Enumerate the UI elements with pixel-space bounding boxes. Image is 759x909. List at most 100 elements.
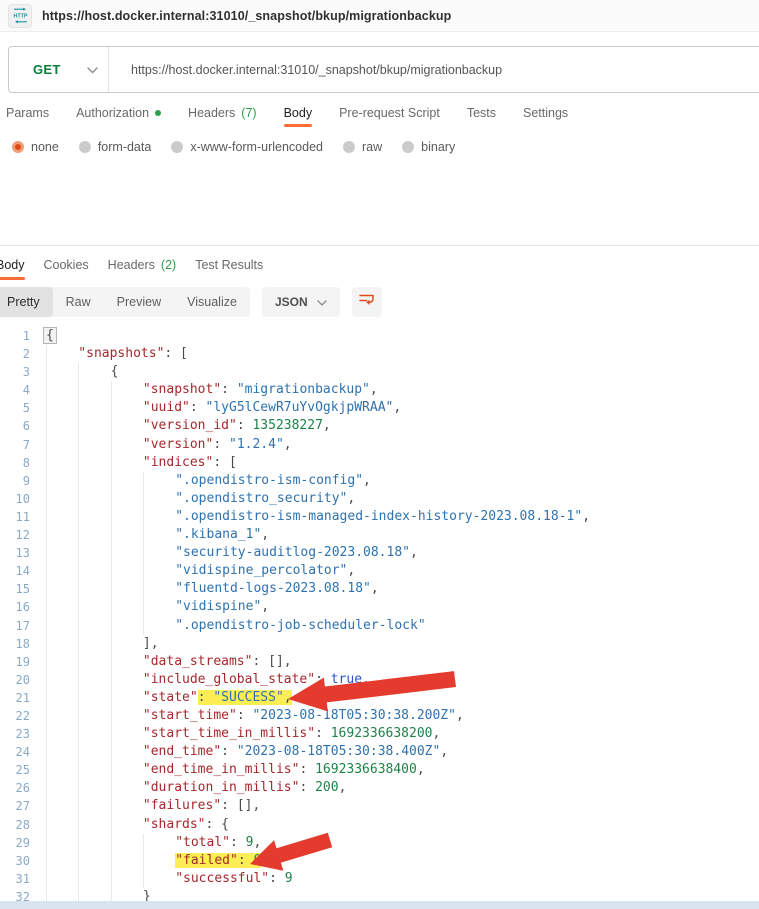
fold-gutter[interactable]	[30, 761, 46, 779]
body-mode-raw[interactable]: raw	[343, 140, 382, 154]
line-number[interactable]: 1	[0, 327, 30, 345]
line-number[interactable]: 9	[0, 472, 30, 490]
line-number[interactable]: 16	[0, 598, 30, 616]
view-mode-preview[interactable]: Preview	[104, 287, 174, 317]
code-token: :	[315, 726, 331, 741]
line-number[interactable]: 14	[0, 562, 30, 580]
fold-gutter[interactable]	[30, 598, 46, 616]
code-line: 18],	[0, 635, 759, 653]
fold-gutter[interactable]	[30, 580, 46, 598]
view-mode-visualize[interactable]: Visualize	[174, 287, 250, 317]
format-dropdown[interactable]: JSON	[262, 287, 340, 317]
view-mode-pretty[interactable]: Pretty	[0, 287, 53, 317]
line-number[interactable]: 25	[0, 761, 30, 779]
line-number[interactable]: 29	[0, 834, 30, 852]
code-line-content: "failed": 0,	[46, 852, 269, 870]
fold-gutter[interactable]	[30, 707, 46, 725]
fold-gutter[interactable]	[30, 454, 46, 472]
wrap-lines-button[interactable]	[352, 287, 382, 317]
view-mode-raw[interactable]: Raw	[53, 287, 104, 317]
line-number[interactable]: 20	[0, 671, 30, 689]
fold-gutter[interactable]	[30, 834, 46, 852]
fold-gutter[interactable]	[30, 689, 46, 707]
line-number[interactable]: 11	[0, 508, 30, 526]
indent-guide	[46, 671, 78, 689]
fold-gutter[interactable]	[30, 490, 46, 508]
response-tab-cookies[interactable]: Cookies	[44, 252, 89, 278]
body-mode-form-data[interactable]: form-data	[79, 140, 152, 154]
fold-gutter[interactable]	[30, 779, 46, 797]
fold-gutter[interactable]	[30, 653, 46, 671]
line-number[interactable]: 17	[0, 617, 30, 635]
line-number[interactable]: 3	[0, 363, 30, 381]
line-number[interactable]: 5	[0, 399, 30, 417]
line-number[interactable]: 28	[0, 816, 30, 834]
line-number[interactable]: 30	[0, 852, 30, 870]
code-token: ],	[143, 636, 159, 651]
body-mode-none[interactable]: none	[12, 140, 59, 154]
fold-gutter[interactable]	[30, 472, 46, 490]
fold-gutter[interactable]	[30, 870, 46, 888]
fold-gutter[interactable]	[30, 436, 46, 454]
line-number[interactable]: 7	[0, 436, 30, 454]
method-selector[interactable]: GET	[9, 47, 108, 92]
tab-body[interactable]: Body	[284, 99, 313, 127]
fold-gutter[interactable]	[30, 562, 46, 580]
line-number[interactable]: 12	[0, 526, 30, 544]
response-tab-body[interactable]: Body	[0, 252, 25, 278]
line-number[interactable]: 6	[0, 417, 30, 435]
tab-headers[interactable]: Headers(7)	[188, 99, 257, 127]
fold-gutter[interactable]	[30, 816, 46, 834]
line-number[interactable]: 21	[0, 689, 30, 707]
fold-gutter[interactable]	[30, 399, 46, 417]
response-tab-test-results[interactable]: Test Results	[195, 252, 263, 278]
tab-authorization[interactable]: Authorization	[76, 99, 161, 127]
response-tab-headers[interactable]: Headers(2)	[108, 252, 177, 278]
horizontal-scrollbar[interactable]	[0, 901, 759, 909]
fold-gutter[interactable]	[30, 363, 46, 381]
line-number[interactable]: 22	[0, 707, 30, 725]
url-input[interactable]: https://host.docker.internal:31010/_snap…	[109, 63, 502, 77]
line-number[interactable]: 2	[0, 345, 30, 363]
line-number[interactable]: 4	[0, 381, 30, 399]
line-number[interactable]: 8	[0, 454, 30, 472]
fold-gutter[interactable]	[30, 635, 46, 653]
indent-guide	[111, 761, 143, 779]
line-number[interactable]: 15	[0, 580, 30, 598]
line-number[interactable]: 26	[0, 779, 30, 797]
fold-gutter[interactable]	[30, 671, 46, 689]
fold-gutter[interactable]	[30, 544, 46, 562]
fold-gutter[interactable]	[30, 417, 46, 435]
fold-gutter[interactable]	[30, 526, 46, 544]
line-number[interactable]: 31	[0, 870, 30, 888]
fold-gutter[interactable]	[30, 743, 46, 761]
fold-gutter[interactable]	[30, 725, 46, 743]
indent-guide	[78, 852, 110, 870]
indent-guide	[111, 888, 143, 901]
line-number[interactable]: 23	[0, 725, 30, 743]
line-number[interactable]: 18	[0, 635, 30, 653]
fold-gutter[interactable]	[30, 381, 46, 399]
fold-gutter[interactable]	[30, 852, 46, 870]
indent-guide	[78, 689, 110, 707]
fold-gutter[interactable]	[30, 508, 46, 526]
request-tab-title[interactable]: https://host.docker.internal:31010/_snap…	[42, 9, 451, 23]
line-number[interactable]: 32	[0, 888, 30, 901]
tab-tests[interactable]: Tests	[467, 99, 496, 127]
line-number[interactable]: 10	[0, 490, 30, 508]
line-number[interactable]: 13	[0, 544, 30, 562]
wrap-lines-icon	[358, 292, 375, 312]
tab-pre-request-script[interactable]: Pre-request Script	[339, 99, 440, 127]
code-token: :	[213, 437, 229, 452]
fold-gutter[interactable]	[30, 617, 46, 635]
tab-params[interactable]: Params	[6, 99, 49, 127]
tab-settings[interactable]: Settings	[523, 99, 568, 127]
fold-gutter[interactable]	[30, 345, 46, 363]
body-mode-x-www-form-urlencoded[interactable]: x-www-form-urlencoded	[171, 140, 323, 154]
line-number[interactable]: 19	[0, 653, 30, 671]
fold-gutter[interactable]	[30, 797, 46, 815]
fold-gutter[interactable]	[30, 888, 46, 901]
line-number[interactable]: 27	[0, 797, 30, 815]
body-mode-binary[interactable]: binary	[402, 140, 455, 154]
line-number[interactable]: 24	[0, 743, 30, 761]
